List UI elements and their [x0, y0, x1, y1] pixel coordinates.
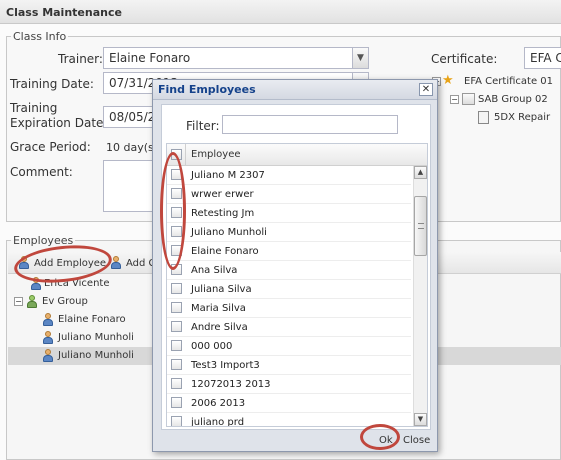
employee-grid-row[interactable]: Juliano Munholi	[167, 223, 411, 242]
row-checkbox[interactable]	[171, 359, 182, 370]
scroll-up-arrow-icon[interactable]: ▲	[414, 166, 427, 179]
person-icon	[42, 313, 54, 326]
filter-input[interactable]	[222, 115, 398, 134]
employee-grid-name: 2006 2013	[191, 398, 246, 409]
employee-grid-row[interactable]: 000 000	[167, 337, 411, 356]
tree-node-label: 5DX Repair	[494, 112, 551, 123]
employee-name: Elaine Fonaro	[58, 314, 126, 325]
comment-label: Comment:	[10, 165, 73, 179]
employee-grid-name: Juliano M 2307	[191, 170, 265, 181]
employee-grid-name: Ana Silva	[191, 265, 238, 276]
tree-node-label: EFA Certificate 01	[464, 76, 554, 87]
row-checkbox[interactable]	[171, 416, 182, 426]
employee-grid-row[interactable]: Maria Silva	[167, 299, 411, 318]
certificate-combobox[interactable]: EFA Certificate 01	[524, 47, 561, 69]
employee-grid-name: Retesting Jm	[191, 208, 255, 219]
trainer-combobox[interactable]: Elaine Fonaro ▼	[103, 47, 369, 69]
annotation-oval-checkboxes	[160, 152, 186, 270]
employee-grid-row[interactable]: 2006 2013	[167, 394, 411, 413]
trainer-label: Trainer:	[58, 52, 103, 66]
employee-grid-row[interactable]: Andre Silva	[167, 318, 411, 337]
row-checkbox[interactable]	[171, 340, 182, 351]
trainer-value: Elaine Fonaro	[109, 51, 191, 65]
employee-grid-name: Elaine Fonaro	[191, 246, 259, 257]
expiration-label-line1: Training	[10, 101, 58, 115]
collapse-icon[interactable]: −	[14, 297, 23, 306]
row-checkbox[interactable]	[171, 397, 182, 408]
tree-node-skill[interactable]: 5DX Repair	[476, 109, 561, 127]
grid-scrollbar[interactable]: ▲ ▼	[413, 166, 427, 426]
employee-name: Juliano Munholi	[58, 332, 134, 343]
grid-header: Employee	[167, 144, 427, 166]
employee-grid-row[interactable]: Juliano M 2307	[167, 166, 411, 185]
employee-grid-row[interactable]: wrwer erwer	[167, 185, 411, 204]
star-icon: ★	[442, 73, 454, 88]
certificate-value: EFA Certificate 01	[530, 51, 561, 65]
employee-name: Juliano Munholi	[58, 350, 134, 361]
tree-node-group[interactable]: − SAB Group 02	[450, 91, 561, 109]
employee-grid-name: Test3 Import3	[191, 360, 260, 371]
close-button[interactable]: Close	[403, 435, 430, 446]
collapse-icon[interactable]: −	[450, 95, 459, 104]
grid-rows: Juliano M 2307 wrwer erwer Retesting Jm Jul…	[167, 166, 411, 427]
filter-label: Filter:	[186, 119, 220, 133]
employee-grid: Employee Juliano M 2307 wrwer erwer Retest…	[166, 143, 428, 427]
row-checkbox[interactable]	[171, 378, 182, 389]
panel-title-bar: Class Maintenance	[0, 0, 561, 24]
row-checkbox[interactable]	[171, 321, 182, 332]
column-header-employee[interactable]: Employee	[191, 149, 241, 160]
class-info-legend: Class Info	[13, 30, 67, 43]
person-icon	[42, 331, 54, 344]
group-icon	[26, 295, 38, 308]
employee-grid-row[interactable]: Elaine Fonaro	[167, 242, 411, 261]
expiration-label-line2: Expiration Date:	[10, 116, 108, 130]
panel-title: Class Maintenance	[6, 6, 122, 19]
employee-grid-row[interactable]: 12072013 2013	[167, 375, 411, 394]
add-group-icon	[110, 256, 122, 269]
employee-grid-row[interactable]: Test3 Import3	[167, 356, 411, 375]
employee-grid-name: 12072013 2013	[191, 379, 271, 390]
employee-grid-name: Maria Silva	[191, 303, 246, 314]
certificate-label: Certificate:	[431, 52, 498, 66]
person-icon	[42, 349, 54, 362]
folder-icon	[462, 93, 475, 105]
employee-grid-name: wrwer erwer	[191, 189, 254, 200]
tree-node-certificate[interactable]: − ★ EFA Certificate 01	[432, 73, 561, 91]
row-checkbox[interactable]	[171, 302, 182, 313]
training-date-label: Training Date:	[10, 77, 94, 91]
trainer-dropdown-arrow-icon[interactable]: ▼	[352, 48, 368, 68]
group-name: Ev Group	[42, 296, 88, 307]
grace-period-label: Grace Period:	[10, 140, 91, 154]
find-employees-dialog: Find Employees ✕ Filter: Employee Julian…	[152, 79, 438, 452]
grace-period-value: 10 day(s)	[106, 141, 159, 154]
row-checkbox[interactable]	[171, 283, 182, 294]
employee-grid-name: Juliana Silva	[191, 284, 252, 295]
close-icon[interactable]: ✕	[419, 83, 433, 96]
employee-grid-name: Juliano Munholi	[191, 227, 267, 238]
expiration-date-label: Training Expiration Date:	[10, 101, 107, 131]
employee-grid-name: juliano prd	[191, 417, 245, 427]
employee-grid-row[interactable]: Juliana Silva	[167, 280, 411, 299]
dialog-body: Filter: Employee Juliano M 2307 wrwer erw…	[161, 104, 431, 430]
document-icon	[478, 111, 489, 124]
dialog-header: Find Employees ✕	[153, 80, 437, 100]
employee-grid-name: 000 000	[191, 341, 233, 352]
dialog-title: Find Employees	[158, 83, 256, 96]
employee-grid-row[interactable]: Ana Silva	[167, 261, 411, 280]
scroll-down-arrow-icon[interactable]: ▼	[414, 413, 427, 426]
employee-grid-row[interactable]: Retesting Jm	[167, 204, 411, 223]
employee-grid-name: Andre Silva	[191, 322, 248, 333]
annotation-oval-ok	[360, 424, 400, 450]
scrollbar-thumb[interactable]	[414, 196, 427, 256]
tree-node-label: SAB Group 02	[478, 94, 548, 105]
